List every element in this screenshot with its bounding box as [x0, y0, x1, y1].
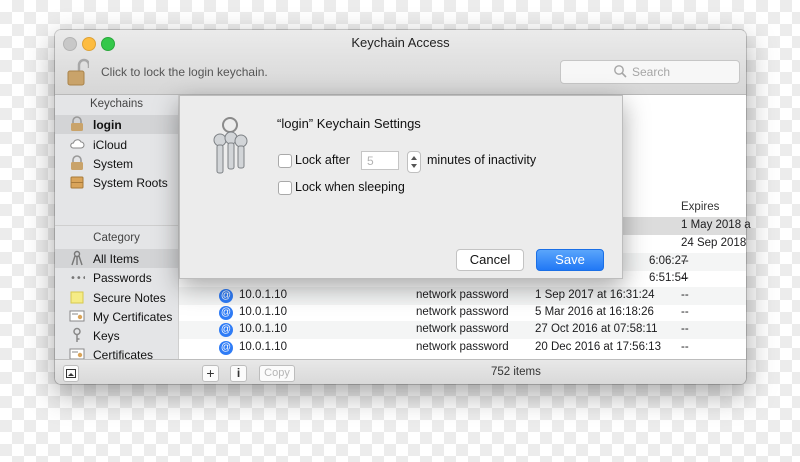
sidebar: Keychains login iCloud System System Roo…	[55, 95, 179, 362]
toolbar: Keychain Access Click to lock the login …	[55, 30, 746, 95]
note-icon	[70, 291, 84, 304]
expires-cell: 24 Sep 2018	[681, 237, 747, 249]
sidebar-item-system[interactable]: System	[55, 154, 178, 173]
minutes-stepper[interactable]	[407, 151, 421, 173]
expires-cell: --	[681, 255, 689, 267]
sidebar-item-label: iCloud	[93, 138, 128, 152]
date-cell: 20 Dec 2016 at 17:56:13	[535, 341, 661, 353]
kind-cell: network password	[416, 306, 509, 318]
network-password-icon: @	[219, 306, 233, 320]
expires-cell: --	[681, 306, 689, 318]
stepper-arrows-icon	[411, 156, 417, 168]
keychain-settings-dialog: “login” Keychain Settings Lock after 5 m…	[179, 95, 623, 279]
date-cell: 1 Sep 2017 at 16:31:24	[535, 289, 655, 301]
lock-keychain-hint: Click to lock the login keychain.	[101, 65, 268, 79]
sidebar-item-icloud[interactable]: iCloud	[55, 135, 178, 154]
network-password-icon: @	[219, 341, 233, 355]
date-cell: 5 Mar 2016 at 16:18:26	[535, 306, 654, 318]
padlock-icon	[71, 116, 83, 131]
table-row[interactable]: @ 10.0.1.10 network password 20 Dec 2016…	[179, 339, 746, 357]
lock-when-sleeping-checkbox[interactable]	[278, 181, 292, 195]
add-item-button[interactable]: +	[202, 365, 219, 382]
padlock-icon	[71, 155, 83, 170]
search-placeholder: Search	[632, 65, 671, 79]
unlocked-padlock-icon[interactable]	[67, 57, 89, 87]
name-cell: 10.0.1.10	[239, 289, 287, 301]
cloud-icon	[70, 139, 85, 149]
sidebar-item-label: Passwords	[93, 271, 152, 285]
expires-cell: --	[681, 289, 689, 301]
info-button[interactable]: i	[230, 365, 247, 382]
sidebar-item-my-certificates[interactable]: My Certificates	[55, 307, 178, 326]
network-password-icon: @	[219, 323, 233, 337]
sidebar-item-label: My Certificates	[93, 310, 173, 324]
svg-text:•••: •••	[70, 273, 85, 284]
dialog-title: “login” Keychain Settings	[277, 116, 421, 131]
all-items-icon	[71, 250, 83, 266]
keychain-keys-icon	[213, 117, 248, 174]
sidebar-item-label: System Roots	[93, 176, 168, 190]
expires-column-header[interactable]: Expires	[681, 201, 719, 213]
sidebar-item-system-roots[interactable]: System Roots	[55, 173, 178, 192]
certificate-icon	[69, 310, 85, 322]
sidebar-item-label: login	[93, 118, 122, 132]
sidebar-toggle-icon	[66, 369, 76, 378]
sidebar-item-label: All Items	[93, 252, 140, 266]
lock-when-sleeping-label: Lock when sleeping	[295, 180, 405, 194]
toggle-sidebar-button[interactable]	[63, 365, 79, 382]
key-icon	[73, 327, 81, 342]
copy-button[interactable]: Copy	[259, 365, 295, 382]
network-password-icon: @	[219, 289, 233, 303]
key-dots-icon: •••	[70, 273, 85, 284]
name-cell: 10.0.1.10	[239, 323, 287, 335]
save-button[interactable]: Save	[536, 249, 604, 271]
kind-cell: network password	[416, 341, 509, 353]
name-cell: 10.0.1.10	[239, 306, 287, 318]
sidebar-item-all-items[interactable]: All Items	[55, 249, 178, 268]
window-title: Keychain Access	[351, 35, 450, 50]
sidebar-item-label: Keys	[93, 329, 120, 343]
kind-cell: network password	[416, 289, 509, 301]
category-header: Category	[93, 232, 140, 244]
minutes-inactivity-label: minutes of inactivity	[427, 153, 537, 167]
sidebar-item-label: Secure Notes	[93, 291, 166, 305]
minutes-input[interactable]: 5	[361, 151, 399, 170]
date-cell: 27 Oct 2016 at 07:58:11	[535, 323, 658, 335]
cabinet-icon	[70, 176, 84, 189]
sidebar-item-login[interactable]: login	[55, 115, 178, 134]
keychains-header: Keychains	[89, 98, 144, 110]
kind-cell: network password	[416, 323, 509, 335]
expires-cell: 1 May 2018 a	[681, 219, 751, 231]
cancel-button[interactable]: Cancel	[456, 249, 524, 271]
item-count: 752 items	[491, 366, 541, 378]
search-icon	[614, 65, 627, 78]
expires-cell: --	[681, 323, 689, 335]
search-field[interactable]: Search	[560, 60, 740, 84]
sidebar-item-secure-notes[interactable]: Secure Notes	[55, 288, 178, 307]
table-row[interactable]: @ 10.0.1.10 network password 5 Mar 2016 …	[179, 304, 746, 322]
sidebar-item-label: System	[93, 157, 134, 171]
expires-cell: --	[681, 341, 689, 353]
lock-after-checkbox[interactable]	[278, 154, 292, 168]
expires-cell: --	[681, 272, 689, 284]
sidebar-divider	[55, 225, 178, 226]
bottom-bar: + i Copy 752 items	[55, 359, 746, 384]
lock-after-label: Lock after	[295, 153, 350, 167]
table-row[interactable]: @ 10.0.1.10 network password 1 Sep 2017 …	[179, 287, 746, 305]
table-row[interactable]: @ 10.0.1.10 network password 27 Oct 2016…	[179, 321, 746, 339]
sidebar-item-passwords[interactable]: ••• Passwords	[55, 268, 178, 287]
sidebar-item-keys[interactable]: Keys	[55, 326, 178, 345]
name-cell: 10.0.1.10	[239, 341, 287, 353]
